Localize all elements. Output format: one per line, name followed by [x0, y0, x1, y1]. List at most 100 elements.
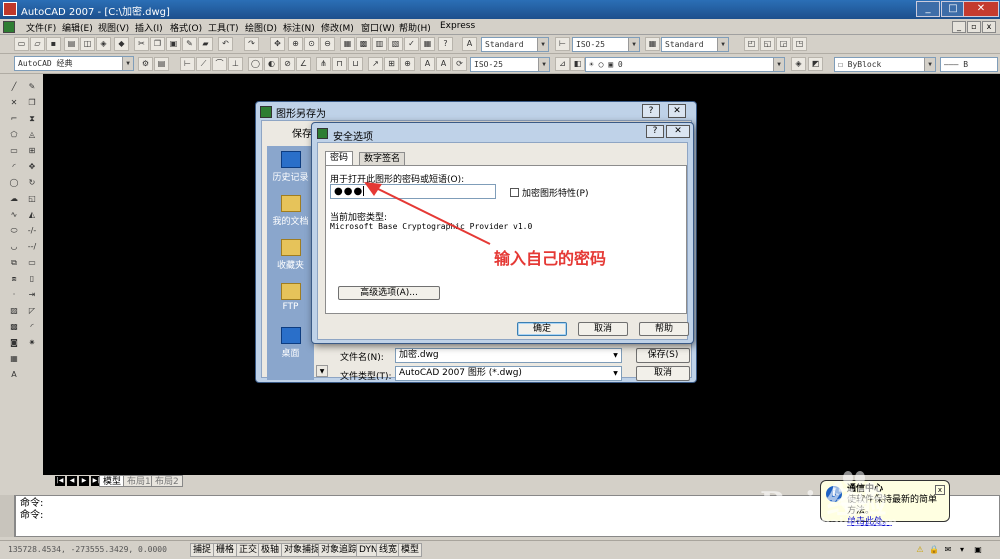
place-my-documents[interactable]: 我的文档: [267, 192, 314, 234]
paste-icon[interactable]: ▣: [166, 37, 181, 51]
open-file-icon[interactable]: ▱: [30, 37, 45, 51]
prev-tab-icon[interactable]: ◀: [67, 476, 77, 486]
command-line-grip[interactable]: [0, 495, 15, 537]
trim-icon[interactable]: -/-: [25, 224, 39, 237]
block-editor-icon[interactable]: ▰: [198, 37, 213, 51]
cancel-button[interactable]: 取消: [578, 322, 628, 336]
angular-icon[interactable]: ∠: [296, 57, 311, 71]
layer-select[interactable]: ☀ ◯ ▣ 0 ▼: [585, 57, 785, 72]
minimize-button[interactable]: _: [916, 1, 940, 17]
comm-center-icon[interactable]: ✉: [942, 544, 954, 556]
scale-icon[interactable]: ◱: [25, 192, 39, 205]
stretch-icon[interactable]: ◭: [25, 208, 39, 221]
move-icon[interactable]: ✥: [25, 160, 39, 173]
jogged-icon[interactable]: ◐: [264, 57, 279, 71]
menu-dimension[interactable]: 标注(N): [283, 21, 315, 34]
menu-draw[interactable]: 绘图(D): [245, 21, 277, 34]
publish-icon[interactable]: ◈: [96, 37, 111, 51]
statusbar-menu-icon[interactable]: ▾: [956, 544, 968, 556]
3d-dwf-icon[interactable]: ◆: [114, 37, 129, 51]
menu-tools[interactable]: 工具(T): [208, 21, 239, 34]
pan-icon[interactable]: ✥: [270, 37, 285, 51]
menu-format[interactable]: 格式(O): [170, 21, 202, 34]
otrack-toggle[interactable]: 对象追踪: [318, 543, 361, 557]
dim-text-edit-icon[interactable]: A: [436, 57, 451, 71]
layer-previous-icon[interactable]: ◩: [808, 57, 823, 71]
dim-style-icon[interactable]: ⊢: [555, 37, 570, 51]
menu-express[interactable]: Express: [440, 21, 475, 31]
save-button[interactable]: 保存(S): [636, 348, 690, 363]
doc-minimize-button[interactable]: _: [952, 21, 966, 33]
center-mark-icon[interactable]: ⊕: [400, 57, 415, 71]
make-block-icon[interactable]: ⧈: [7, 272, 21, 285]
revcloud-icon[interactable]: ☁: [7, 192, 21, 205]
print-icon[interactable]: ▤: [64, 37, 79, 51]
security-help-button[interactable]: ?: [646, 125, 664, 138]
next-tab-icon[interactable]: ▶: [79, 476, 89, 486]
menu-edit[interactable]: 编辑(E): [62, 21, 93, 34]
ordinate-icon[interactable]: ⊥: [228, 57, 243, 71]
spline-icon[interactable]: ∿: [7, 208, 21, 221]
new-file-icon[interactable]: ▭: [14, 37, 29, 51]
erase-icon[interactable]: ✎: [25, 80, 39, 93]
tolerance-icon[interactable]: ⊞: [384, 57, 399, 71]
preview-icon[interactable]: ◫: [80, 37, 95, 51]
mtext-icon[interactable]: A: [7, 368, 21, 381]
extend-icon[interactable]: --/: [25, 240, 39, 253]
table-style-icon[interactable]: ▦: [645, 37, 660, 51]
model-space-toggle[interactable]: 模型: [398, 543, 423, 557]
redo-icon[interactable]: ↷: [244, 37, 259, 51]
viewport-3-icon[interactable]: ◲: [776, 37, 791, 51]
array-icon[interactable]: ⊞: [25, 144, 39, 157]
construction-line-icon[interactable]: ✕: [7, 96, 21, 109]
quick-dim-icon[interactable]: ⋔: [316, 57, 331, 71]
ellipse-icon[interactable]: ⬭: [7, 224, 21, 237]
polygon-icon[interactable]: ⬠: [7, 128, 21, 141]
workspace-lock-icon[interactable]: ▤: [154, 57, 169, 71]
balloon-link[interactable]: 单击此处。: [847, 517, 943, 528]
fillet-icon[interactable]: ◜: [25, 320, 39, 333]
zoom-previous-icon[interactable]: ⊖: [320, 37, 335, 51]
make-current-layer-icon[interactable]: ◈: [791, 57, 806, 71]
linear-dim-icon[interactable]: ⊢: [180, 57, 195, 71]
dim-style-select-2[interactable]: ISO-25 ▼: [470, 57, 550, 72]
save-as-close-button[interactable]: ✕: [668, 104, 686, 118]
grid-toggle[interactable]: 栅格: [213, 543, 238, 557]
place-history[interactable]: 历史记录: [267, 148, 314, 190]
tab-layout2[interactable]: 布局2: [151, 475, 183, 487]
viewport-2-icon[interactable]: ◱: [760, 37, 775, 51]
viewport-4-icon[interactable]: ◳: [792, 37, 807, 51]
place-desktop[interactable]: 桌面: [267, 324, 314, 366]
osnap-toggle[interactable]: 对象捕捉: [281, 543, 324, 557]
leader-icon[interactable]: ↗: [368, 57, 383, 71]
viewport-icon[interactable]: ◰: [744, 37, 759, 51]
ok-button[interactable]: 确定: [517, 322, 567, 336]
filetype-select[interactable]: AutoCAD 2007 图形 (*.dwg) ▼: [395, 366, 622, 381]
security-close-button[interactable]: ✕: [666, 125, 690, 138]
properties-icon[interactable]: ▦: [340, 37, 355, 51]
first-tab-icon[interactable]: |◀: [55, 476, 65, 486]
document-icon[interactable]: [3, 21, 15, 33]
doc-restore-button[interactable]: ▫: [967, 21, 981, 33]
help-icon[interactable]: ?: [438, 37, 453, 51]
place-ftp[interactable]: FTP: [267, 280, 314, 322]
dim-style-select[interactable]: ISO-25 ▼: [572, 37, 640, 52]
copy-object-icon[interactable]: ❐: [25, 96, 39, 109]
rectangle-icon[interactable]: ▭: [7, 144, 21, 157]
offset-icon[interactable]: ◬: [25, 128, 39, 141]
place-favorites[interactable]: 收藏夹: [267, 236, 314, 278]
places-scroll-down-icon[interactable]: ▼: [316, 365, 328, 377]
filename-input[interactable]: 加密.dwg ▼: [395, 348, 622, 363]
tab-digital-signature[interactable]: 数字签名: [359, 152, 406, 166]
clean-screen-icon[interactable]: ▣: [972, 544, 984, 556]
cut-icon[interactable]: ✂: [134, 37, 149, 51]
save-as-cancel-button[interactable]: 取消: [636, 366, 690, 381]
autocad-app-icon[interactable]: [3, 2, 17, 16]
workspace-settings-icon[interactable]: ⚙: [138, 57, 153, 71]
hatch-icon[interactable]: ▨: [7, 304, 21, 317]
tab-layout1[interactable]: 布局1: [123, 475, 155, 487]
arc-icon[interactable]: ◜: [7, 160, 21, 173]
workspace-select[interactable]: AutoCAD 经典 ▼: [14, 56, 134, 71]
text-style-icon[interactable]: A: [462, 37, 477, 51]
dim-style-manager-icon[interactable]: ⊿: [555, 57, 570, 71]
